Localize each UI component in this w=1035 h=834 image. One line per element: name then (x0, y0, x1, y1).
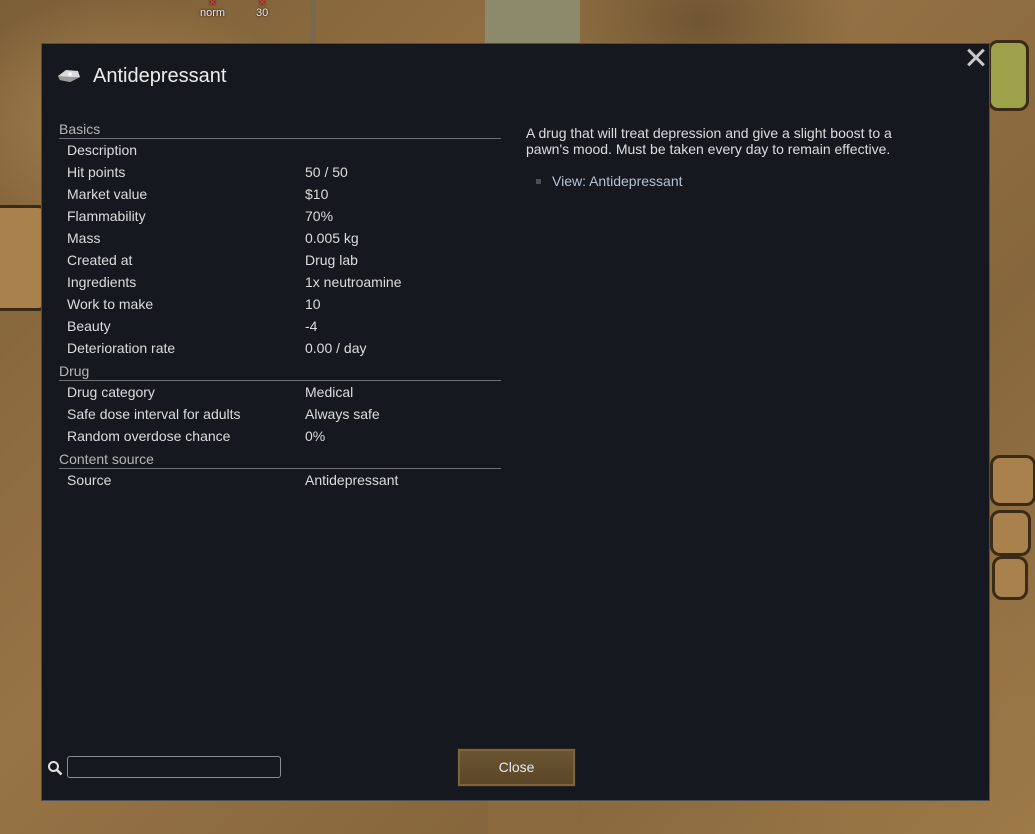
stat-value: $10 (305, 186, 329, 202)
stat-label: Source (67, 472, 112, 488)
stat-label: Deterioration rate (67, 340, 176, 356)
stat-row[interactable]: Ingredients 1x neutroamine (59, 271, 501, 293)
stat-label: Created at (67, 252, 133, 268)
stat-value: 0.00 / day (305, 340, 367, 356)
bullet-icon (536, 178, 541, 184)
stat-row[interactable]: Created at Drug lab (59, 249, 501, 271)
stat-label: Drug category (67, 384, 155, 400)
section-heading: Basics (59, 120, 501, 139)
description-text: A drug that will treat depression and gi… (526, 125, 892, 157)
stat-label: Flammability (67, 208, 146, 224)
rock-terrain (988, 40, 1029, 111)
section-heading: Content source (59, 450, 501, 469)
stat-row[interactable]: Hit points 50 / 50 (59, 161, 501, 183)
stat-value: 1x neutroamine (305, 274, 402, 290)
stat-value: 0% (305, 428, 326, 444)
page-title: Antidepressant (93, 64, 227, 87)
stat-row[interactable]: Description (59, 139, 501, 161)
search-icon (48, 761, 63, 776)
stats-panel: Basics Description Hit points 50 / 50 Mar… (59, 117, 501, 491)
stat-value: Medical (305, 384, 354, 400)
stat-row[interactable]: Work to make 10 (59, 293, 501, 315)
section-drug: Drug Drug category Medical Safe dose inte… (59, 362, 501, 447)
section-content-source: Content source Source Antidepressant (59, 450, 501, 491)
stat-label: Work to make (67, 296, 154, 312)
stat-row[interactable]: Flammability 70% (59, 205, 501, 227)
stat-value: Antidepressant (305, 472, 399, 488)
rock-terrain (990, 455, 1035, 506)
dialog-header: Antidepressant (56, 63, 226, 89)
stat-value: 0.005 kg (305, 230, 359, 246)
stat-value: -4 (305, 318, 318, 334)
info-dialog: Antidepressant Basics Description Hit po… (41, 43, 990, 801)
stat-value: 70% (305, 208, 334, 224)
stat-row[interactable]: Source Antidepressant (59, 469, 501, 491)
stat-label: Market value (67, 186, 148, 202)
stat-label: Mass (67, 230, 101, 246)
stat-label: Random overdose chance (67, 428, 231, 444)
view-hyperlink[interactable]: View: Antidepressant (526, 173, 926, 189)
search-input[interactable] (67, 756, 281, 778)
stockpile-marker[interactable]: × 30 (256, 0, 268, 19)
stat-value: 50 / 50 (305, 164, 348, 180)
drug-pill-icon (58, 70, 80, 82)
section-basics: Basics Description Hit points 50 / 50 Mar… (59, 120, 501, 359)
close-x-icon[interactable] (963, 44, 989, 70)
section-heading: Drug (59, 362, 501, 381)
stat-value (305, 139, 501, 161)
view-link-label: View: Antidepressant (552, 173, 683, 189)
stat-value: Always safe (305, 406, 380, 422)
stat-row[interactable]: Safe dose interval for adults Always safe (59, 403, 501, 425)
stat-row[interactable]: Deterioration rate 0.00 / day (59, 337, 501, 359)
structure (488, 801, 578, 834)
stat-label: Beauty (67, 318, 111, 334)
close-button[interactable]: Close (457, 748, 576, 787)
stat-label: Safe dose interval for adults (67, 406, 241, 422)
stockpile-marker[interactable]: × norm (200, 0, 225, 19)
stat-value: Drug lab (305, 252, 358, 268)
wall-segment (310, 0, 316, 43)
structure (485, 0, 580, 43)
stat-row[interactable]: Mass 0.005 kg (59, 227, 501, 249)
stat-value: 10 (305, 296, 321, 312)
stat-row[interactable]: Market value $10 (59, 183, 501, 205)
stat-label: Ingredients (67, 274, 137, 290)
rock-terrain (990, 510, 1031, 556)
stat-label: Hit points (67, 164, 126, 180)
rock-terrain (992, 556, 1028, 600)
stat-row[interactable]: Beauty -4 (59, 315, 501, 337)
description-panel: A drug that will treat depression and gi… (526, 125, 926, 189)
stat-label: Description (67, 142, 138, 158)
stat-row[interactable]: Random overdose chance 0% (59, 425, 501, 447)
stat-row[interactable]: Drug category Medical (59, 381, 501, 403)
